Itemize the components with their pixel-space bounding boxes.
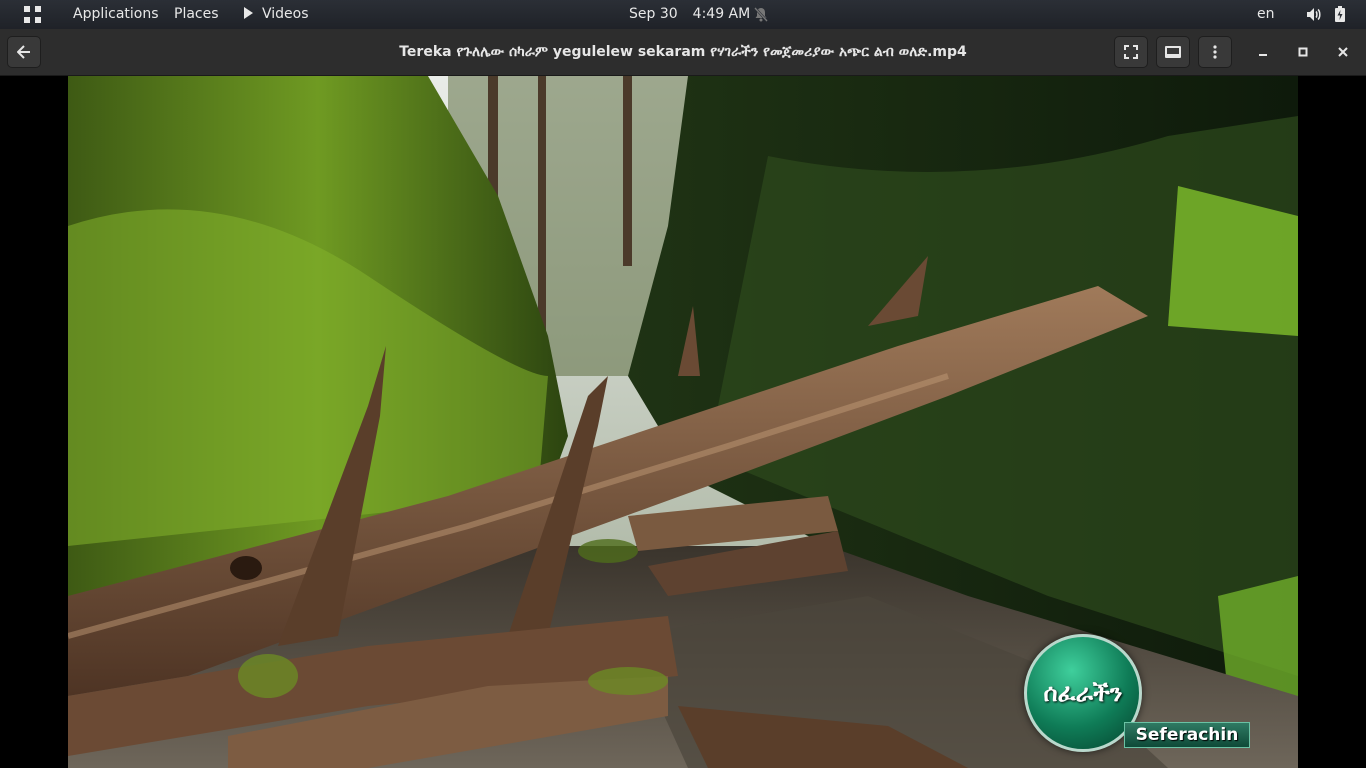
maximize-icon bbox=[1298, 47, 1308, 57]
fullscreen-button[interactable] bbox=[1114, 36, 1148, 68]
places-menu[interactable]: Places bbox=[174, 0, 219, 29]
video-player-area[interactable]: ሰፈራችን Seferachin bbox=[0, 76, 1366, 768]
notifications-disabled-icon[interactable] bbox=[754, 0, 770, 29]
play-icon bbox=[244, 7, 253, 19]
close-button[interactable] bbox=[1333, 42, 1353, 62]
fullscreen-icon bbox=[1124, 45, 1138, 59]
videos-app-label: Videos bbox=[262, 6, 309, 22]
clock-date: Sep 30 bbox=[629, 6, 678, 22]
minimize-button[interactable] bbox=[1253, 42, 1273, 62]
back-button[interactable] bbox=[7, 36, 41, 68]
channel-logo-text: ሰፈራችን bbox=[1043, 679, 1123, 707]
clock-time: 4:49 AM bbox=[692, 6, 751, 22]
apps-grid-icon[interactable] bbox=[22, 0, 44, 29]
video-frame[interactable]: ሰፈራችን Seferachin bbox=[68, 76, 1298, 768]
minimize-icon bbox=[1259, 54, 1267, 56]
back-icon bbox=[17, 45, 30, 59]
menu-button[interactable] bbox=[1198, 36, 1232, 68]
subtitles-icon bbox=[1165, 46, 1181, 58]
applications-menu[interactable]: Applications bbox=[73, 0, 159, 29]
window-header-bar: Tereka የጉለሌው ሰካራም yegulelew sekaram የሃገራ… bbox=[0, 29, 1366, 76]
clock[interactable]: Sep 30 4:49 AM bbox=[629, 0, 750, 29]
subtitles-button[interactable] bbox=[1156, 36, 1190, 68]
menu-icon bbox=[1213, 45, 1217, 59]
close-icon bbox=[1338, 47, 1348, 57]
battery-icon[interactable] bbox=[1335, 0, 1347, 29]
keyboard-language[interactable]: en bbox=[1257, 0, 1275, 29]
maximize-button[interactable] bbox=[1293, 42, 1313, 62]
window-title: Tereka የጉለሌው ሰካራም yegulelew sekaram የሃገራ… bbox=[399, 44, 967, 60]
channel-name-banner: Seferachin bbox=[1124, 722, 1250, 748]
top-bar: Applications Places Videos Sep 30 4:49 AM… bbox=[0, 0, 1366, 29]
volume-icon[interactable] bbox=[1306, 0, 1322, 29]
videos-app-menu[interactable]: Videos bbox=[244, 0, 309, 29]
